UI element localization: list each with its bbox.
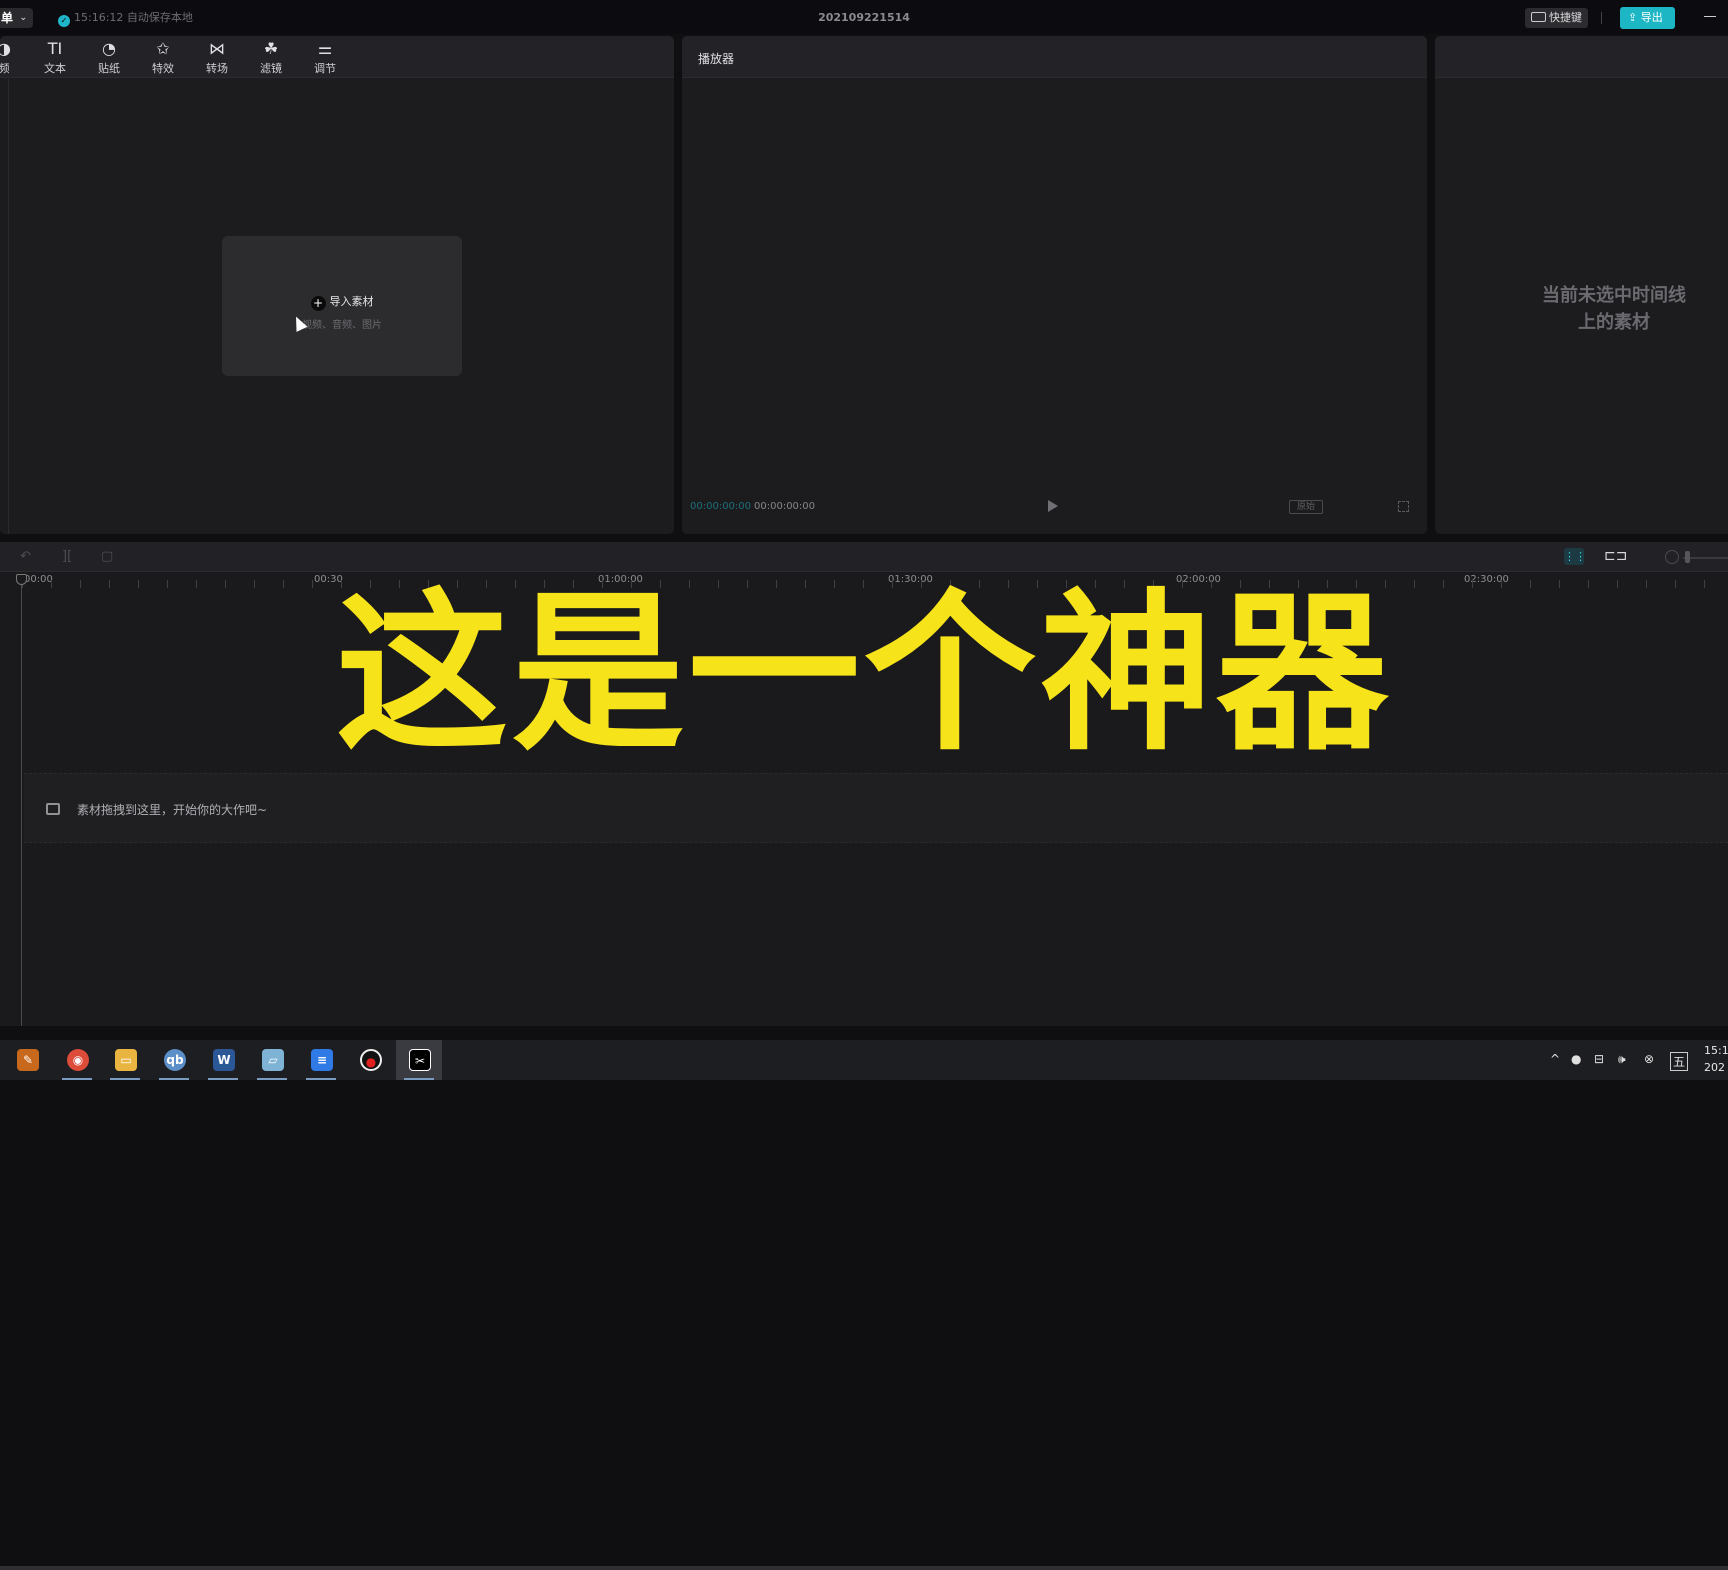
plus-icon: +	[310, 296, 326, 311]
tool-text[interactable]: TI 文本	[35, 38, 75, 76]
attributes-header	[1435, 36, 1728, 78]
title-bar: 单 ⌄ ✓ 15:16:12 自动保存本地 202109221514 快捷键 ⇪ 导…	[0, 0, 1728, 34]
word-icon: W	[213, 1049, 235, 1071]
taskbar-app-word[interactable]: W	[200, 1040, 246, 1080]
undo-icon[interactable]: ↶	[20, 549, 31, 564]
effects-icon: ✩	[156, 39, 170, 58]
empty-selection-text: 当前未选中时间线上的素材	[1542, 285, 1686, 333]
split-clip-icon[interactable]: ][	[62, 549, 72, 564]
delete-icon[interactable]: ▢	[101, 549, 113, 564]
zoom-slider-handle[interactable]	[1685, 551, 1690, 563]
divider	[8, 79, 9, 534]
taskbar-app-docs[interactable]: ≡	[298, 1040, 344, 1080]
transition-icon: ⋈	[209, 39, 225, 58]
player-title: 播放器	[698, 52, 735, 66]
import-label: + 导入素材	[222, 293, 462, 311]
snap-icon[interactable]: ⋮⋮	[1564, 548, 1586, 565]
import-hint: 视频、音频、图片	[302, 320, 382, 331]
tool-label: 特效	[152, 62, 174, 75]
clock-time[interactable]: 15:1	[1704, 1044, 1728, 1057]
export-icon: ⇪	[1628, 11, 1641, 24]
taskbar-app-notes[interactable]: ▱	[249, 1040, 295, 1080]
zoom-out-icon[interactable]	[1665, 550, 1679, 564]
filter-icon: ☘	[263, 39, 279, 58]
track-drop-zone[interactable]: 素材拖拽到这里，开始你的大作吧~	[24, 773, 1728, 843]
project-title: 202109221514	[818, 11, 910, 24]
import-text: 导入素材	[329, 295, 374, 308]
sticker-icon: ◔	[102, 39, 116, 58]
import-media-button[interactable]: + 导入素材 视频、音频、图片	[222, 236, 462, 376]
player-header: 播放器	[682, 36, 1427, 78]
notepad-icon: ▱	[262, 1049, 284, 1071]
taskbar-app-chrome[interactable]: ◉	[54, 1040, 100, 1080]
taskbar-app-recorder[interactable]: ●	[347, 1040, 393, 1080]
fullscreen-icon[interactable]	[1398, 501, 1409, 512]
minimize-button[interactable]	[1704, 16, 1716, 17]
taskbar-app-fl[interactable]: ✎	[4, 1040, 50, 1080]
ratio-button[interactable]: 原始	[1289, 500, 1323, 514]
timeline-toolbar: ↶ ][ ▢ ⋮⋮ ⊏⊐	[0, 542, 1728, 572]
total-timecode: 00:00:00:00	[754, 501, 816, 512]
clock-date[interactable]: 202	[1704, 1061, 1725, 1074]
media-panel: ◑ 频 TI 文本 ◔ 贴纸 ✩ 特效 ⋈ 转场 ☘ 滤镜 ⚌ 调节 + 导入素材 视频、音频、…	[0, 36, 674, 534]
shortcut-label: 快捷键	[1549, 11, 1582, 24]
folder-icon: ▭	[115, 1049, 137, 1071]
link-icon[interactable]: ⊏⊐	[1604, 548, 1627, 564]
divider	[1601, 12, 1602, 24]
network-icon[interactable]: ⊟	[1594, 1052, 1604, 1066]
drop-hint: 素材拖拽到这里，开始你的大作吧~	[77, 803, 268, 817]
tool-label: 文本	[44, 62, 66, 75]
keyboard-icon	[1531, 12, 1546, 22]
record-icon: ●	[360, 1049, 382, 1071]
audio-icon: ◑	[0, 39, 11, 58]
volume-icon[interactable]: 🕪	[1618, 1052, 1626, 1067]
tool-adjust[interactable]: ⚌ 调节	[305, 38, 345, 76]
tool-effects[interactable]: ✩ 特效	[143, 38, 183, 76]
text-icon: TI	[47, 39, 63, 58]
tool-label: 转场	[206, 62, 228, 75]
tool-filter[interactable]: ☘ 滤镜	[251, 38, 291, 76]
play-icon[interactable]	[1048, 500, 1058, 512]
player-panel: 播放器 00:00:00:00 00:00:00:00 原始	[682, 36, 1427, 534]
tray-expand-icon[interactable]: ^	[1550, 1052, 1560, 1066]
current-timecode: 00:00:00:00	[690, 501, 752, 512]
taskbar-app-capcut[interactable]: ✂	[396, 1040, 442, 1080]
chrome-icon: ◉	[67, 1049, 89, 1071]
film-icon	[46, 803, 60, 815]
taskbar-app-qbittorrent[interactable]: qb	[151, 1040, 197, 1080]
ime-indicator[interactable]: 五	[1670, 1052, 1689, 1071]
timeline-scrollbar[interactable]	[0, 1566, 1728, 1570]
tool-label: 贴纸	[98, 62, 120, 75]
tray-app-icon[interactable]: ●	[1571, 1052, 1581, 1066]
document-icon: ≡	[311, 1049, 333, 1071]
video-caption-overlay: 这是一个神器	[336, 573, 1392, 774]
tool-label: 调节	[314, 62, 336, 75]
tool-label: 滤镜	[260, 62, 282, 75]
tool-label: 频	[0, 62, 10, 75]
close-circle-icon[interactable]: ⊗	[1644, 1052, 1654, 1066]
tool-sticker[interactable]: ◔ 贴纸	[89, 38, 129, 76]
adjust-icon: ⚌	[317, 39, 333, 58]
fruit-icon: ✎	[17, 1049, 39, 1071]
capcut-icon: ✂	[409, 1049, 431, 1071]
taskbar-app-explorer[interactable]: ▭	[102, 1040, 148, 1080]
tool-transition[interactable]: ⋈ 转场	[197, 38, 237, 76]
export-label: 导出	[1640, 11, 1663, 24]
media-toolbar: ◑ 频 TI 文本 ◔ 贴纸 ✩ 特效 ⋈ 转场 ☘ 滤镜 ⚌ 调节	[0, 36, 674, 78]
qbittorrent-icon: qb	[164, 1049, 186, 1071]
attributes-panel: 当前未选中时间线上的素材	[1435, 36, 1728, 534]
export-button[interactable]: ⇪ 导出	[1620, 7, 1675, 29]
taskbar: ✎ ◉ ▭ qb W ▱ ≡ ● ✂ ^ ● ⊟ 🕪 ⊗ 五 15:1 202	[0, 1040, 1728, 1080]
tool-audio[interactable]: ◑ 频	[0, 38, 24, 76]
shortcut-button[interactable]: 快捷键	[1525, 8, 1588, 28]
